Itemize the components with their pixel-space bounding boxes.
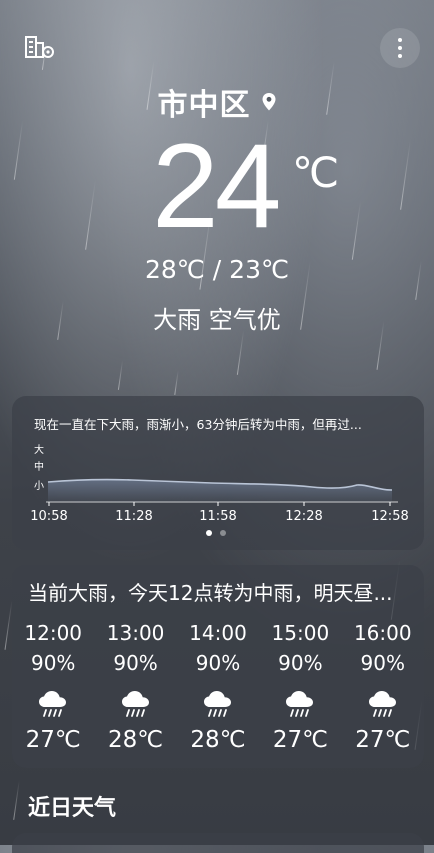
level-label-moderate: 中 (34, 460, 44, 473)
hour-time: 16:00 (353, 621, 412, 645)
temperature-unit: ℃ (292, 149, 340, 196)
hourly-list[interactable]: 12:00 90% 27℃ 13:00 90% 28℃ 14:00 90% 28… (12, 621, 424, 753)
hour-time: 13:00 (106, 621, 165, 645)
hour-time: 15:00 (271, 621, 330, 645)
city-name-group[interactable]: 市中区 (158, 80, 277, 124)
hourly-item[interactable]: 14:00 90% 28℃ (177, 621, 259, 753)
light-rain-cloud-icon (39, 691, 67, 717)
hour-temp: 27℃ (355, 727, 411, 753)
more-vertical-icon (398, 38, 402, 58)
level-label-light: 小 (34, 480, 44, 492)
location-header: 市中区 (0, 80, 434, 124)
weather-icon-slot (177, 681, 259, 727)
time-label: 10:58 (30, 509, 67, 524)
light-rain-cloud-icon (121, 691, 149, 717)
weather-icon-slot (12, 681, 94, 727)
section-title-forecast: 近日天气 (28, 796, 117, 821)
temperature-range: 28℃ / 23℃ (144, 255, 290, 284)
city-manager-button[interactable] (22, 34, 58, 62)
hourly-item[interactable]: 13:00 90% 28℃ (94, 621, 176, 753)
light-rain-cloud-icon (368, 691, 396, 717)
hour-time: 12:00 (24, 621, 83, 645)
hour-temp: 27℃ (272, 727, 328, 753)
hour-time: 14:00 (189, 621, 247, 645)
hour-precip: 90% (195, 651, 241, 675)
city-manager-icon (25, 36, 54, 58)
hour-temp: 28℃ (108, 727, 164, 753)
hourly-summary: 当前大雨，今天12点转为中雨，明天昼... (28, 581, 393, 605)
status-bar (0, 0, 434, 12)
hourly-item[interactable]: 15:00 90% 27℃ (259, 621, 341, 753)
hour-precip: 90% (30, 651, 76, 675)
time-ticks (48, 502, 391, 506)
hourly-item[interactable]: 16:00 90% 27℃ (342, 621, 424, 753)
light-rain-cloud-icon (203, 691, 231, 717)
weather-icon-slot (342, 681, 424, 727)
daily-forecast-card[interactable] (12, 833, 424, 853)
location-pin-icon (262, 93, 275, 111)
precipitation-chart: 大 中 小 10:58 11:28 11:58 12:28 12:58 (30, 443, 408, 524)
minute-precipitation-card[interactable]: 现在一直在下大雨，雨渐小，63分钟后转为中雨，但再过... 大 中 小 10:5… (12, 396, 424, 550)
weather-icon-slot (259, 681, 341, 727)
hour-precip: 90% (278, 651, 323, 675)
time-label: 12:58 (371, 509, 408, 524)
hourly-item[interactable]: 12:00 90% 27℃ (12, 621, 94, 753)
hour-temp: 27℃ (25, 727, 81, 753)
city-name: 市中区 (157, 88, 251, 123)
temperature-value: 24 (152, 119, 281, 253)
hour-precip: 90% (360, 651, 405, 675)
page-dot (220, 530, 226, 536)
hourly-forecast-card[interactable]: 当前大雨，今天12点转为中雨，明天昼... 12:00 90% 27℃ 13:0… (12, 565, 424, 768)
time-label: 11:28 (115, 509, 152, 524)
light-rain-cloud-icon (286, 691, 314, 717)
level-label-heavy: 大 (34, 443, 44, 456)
page-indicator[interactable] (206, 530, 226, 536)
hour-temp: 28℃ (190, 727, 246, 753)
weather-icon-slot (94, 681, 176, 727)
hour-precip: 90% (113, 651, 158, 675)
time-label: 12:28 (285, 509, 322, 524)
time-label: 11:58 (199, 509, 236, 524)
current-temperature: 24 ℃ (0, 126, 434, 250)
page-dot-active (206, 530, 212, 536)
more-options-button[interactable] (380, 28, 420, 68)
weather-condition: 大雨 空气优 (153, 306, 281, 334)
